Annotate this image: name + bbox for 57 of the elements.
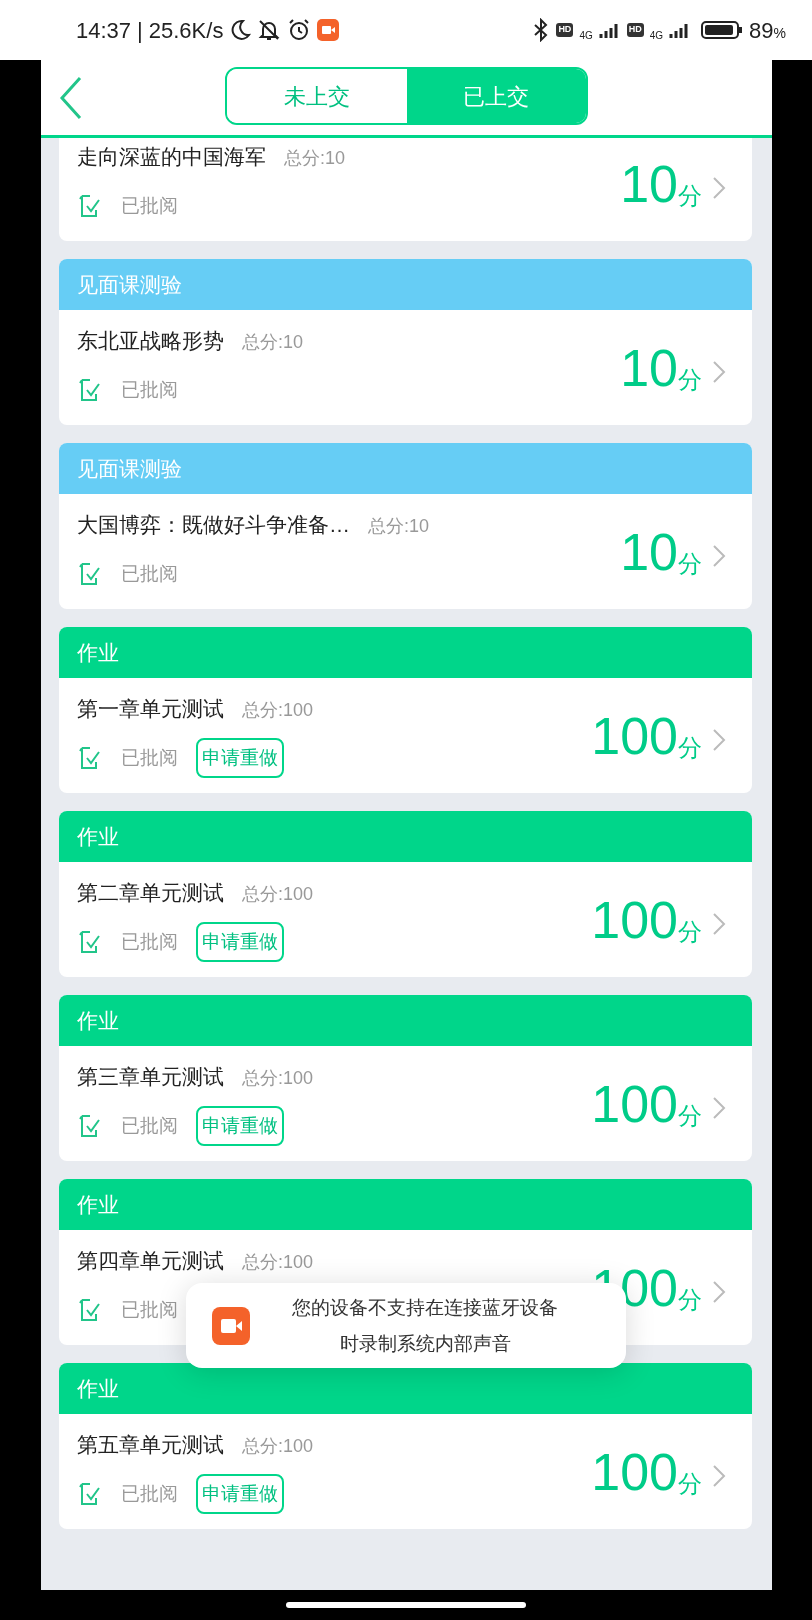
card-category: 作业 [59,627,752,678]
review-status: 已批阅 [121,1114,178,1138]
score-value: 100 [591,1445,678,1498]
score-unit: 分 [678,1471,702,1496]
network-speed: 25.6K/s [148,16,224,45]
card-category: 见面课测验 [59,443,752,494]
total-score: 总分:100 [242,882,314,906]
score-value: 100 [591,709,678,762]
assignment-title: 走向深蓝的中国海军 [77,143,266,170]
review-status: 已批阅 [121,1298,178,1322]
network-type: 4G [579,28,593,43]
score-unit: 分 [678,551,702,576]
assignment-title: 东北亚战略形势 [77,327,224,354]
review-status: 已批阅 [121,194,178,218]
assignment-title: 第一章单元测试 [77,695,224,722]
score-value: 10 [620,525,678,578]
hd-badge: HD [626,23,644,37]
score-value: 10 [620,341,678,394]
score-value: 100 [591,893,678,946]
assignment-title: 第五章单元测试 [77,1431,224,1458]
score-unit: 分 [678,183,702,208]
separator-text: | [137,16,143,45]
review-status: 已批阅 [121,746,178,770]
review-status: 已批阅 [121,378,178,402]
total-score: 总分:10 [242,330,304,354]
network-type: 4G [649,28,664,43]
card-category: 作业 [59,1179,752,1230]
total-score: 总分:100 [242,1434,314,1458]
score-value: 100 [591,1077,678,1130]
percent-sign: % [773,24,786,43]
score-unit: 分 [678,367,702,392]
total-score: 总分:100 [242,1066,314,1090]
review-status: 已批阅 [121,562,178,586]
review-status: 已批阅 [121,930,178,954]
total-score: 总分:100 [242,1250,314,1274]
total-score: 总分:100 [242,698,314,722]
toast-message: 时录制系统内部声音 [339,1331,511,1356]
card-category: 作业 [59,995,752,1046]
score-unit: 分 [678,1103,702,1128]
total-score: 总分:10 [368,514,430,538]
hd-badge: HD [556,23,574,37]
total-score: 总分:10 [284,146,346,170]
score-unit: 分 [678,919,702,944]
score-value: 10 [620,157,678,210]
toast-message: 您的设备不支持在连接蓝牙设备 [292,1295,558,1320]
assignment-title: 第三章单元测试 [77,1063,224,1090]
score-unit: 分 [678,1287,702,1312]
score-unit: 分 [678,735,702,760]
review-status: 已批阅 [121,1482,178,1506]
card-category: 见面课测验 [59,259,752,310]
clock-time: 14:37 [76,16,132,45]
assignment-title: 第二章单元测试 [77,879,224,906]
card-category: 作业 [59,811,752,862]
battery-percent: 89 [749,16,774,45]
card-category: 作业 [59,1363,752,1414]
assignment-title: 大国博弈：既做好斗争准备… [77,511,350,538]
assignment-title: 第四章单元测试 [77,1247,224,1274]
